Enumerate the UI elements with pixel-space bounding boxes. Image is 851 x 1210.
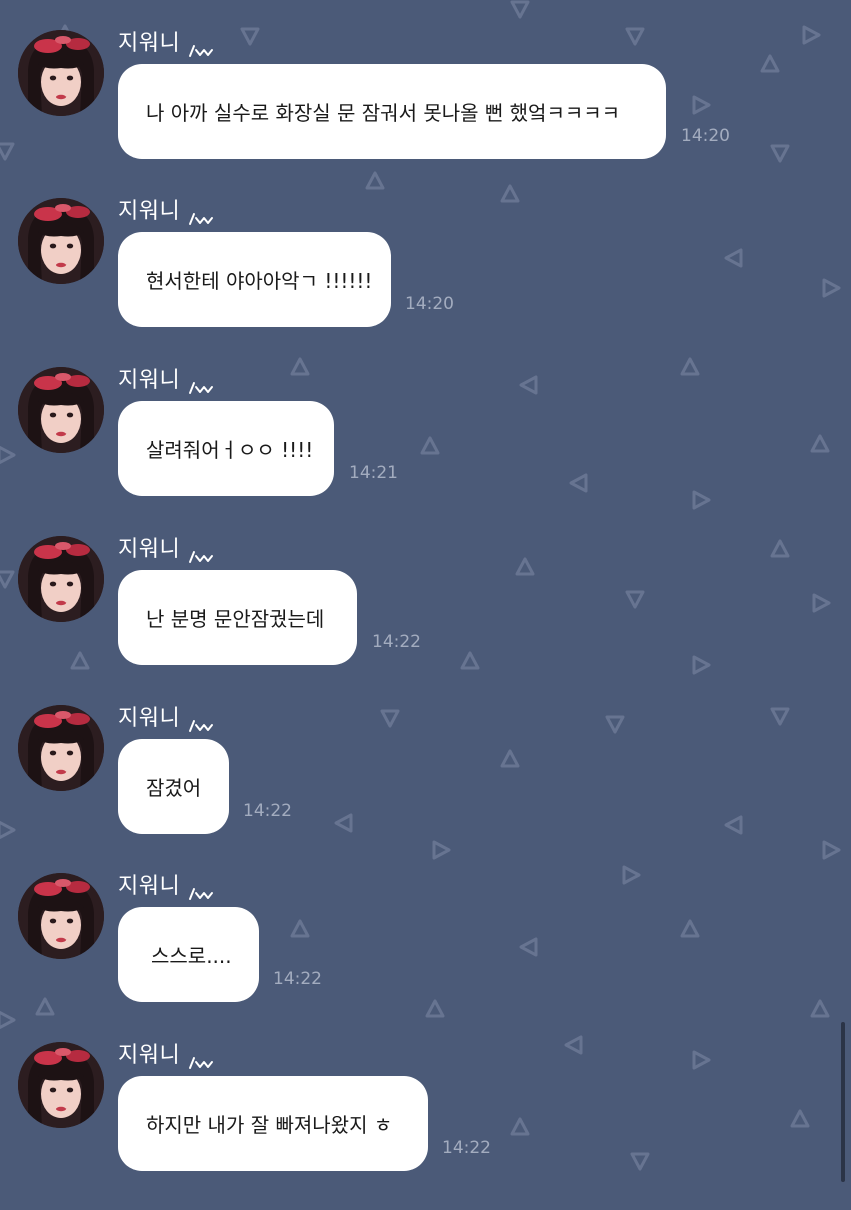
sender-name-row: 지워니 — [118, 699, 216, 733]
sender-name-row: 지워니 — [118, 192, 216, 226]
sender-name: 지워니 — [118, 368, 181, 393]
avatar[interactable] — [18, 30, 104, 116]
message-bubble[interactable]: 현서한테 야아아악ㄱ !!!!!! — [118, 232, 391, 327]
sender-name: 지워니 — [118, 1043, 181, 1068]
message-bubble[interactable]: 난 분명 문안잠궜는데 — [118, 570, 357, 665]
message-bubble[interactable]: 스스로.... — [118, 907, 259, 1002]
avatar[interactable] — [18, 705, 104, 791]
sender-name-row: 지워니 — [118, 24, 216, 58]
message-bubble[interactable]: 살려줘어ㅓㅇㅇ !!!! — [118, 401, 334, 496]
message-time: 14:22 — [372, 632, 421, 652]
message-row: 지워니 스스로.... 14:22 — [0, 873, 851, 1041]
status-badge-icon — [188, 882, 216, 900]
message-bubble[interactable]: 하지만 내가 잘 빠져나왔지 ㅎ — [118, 1076, 428, 1171]
message-time: 14:20 — [681, 126, 730, 146]
message-bubble[interactable]: 잠겼어 — [118, 739, 229, 834]
sender-name-row: 지워니 — [118, 867, 216, 901]
message-time: 14:20 — [405, 294, 454, 314]
sender-name-row: 지워니 — [118, 1036, 216, 1070]
message-text: 스스로.... — [151, 944, 232, 968]
message-row: 지워니 하지만 내가 잘 빠져나왔지 ㅎ 14:22 — [0, 1042, 851, 1210]
status-badge-icon — [188, 39, 216, 57]
avatar[interactable] — [18, 367, 104, 453]
message-row: 지워니 현서한테 야아아악ㄱ !!!!!! 14:20 — [0, 198, 851, 366]
message-bubble[interactable]: 나 아까 실수로 화장실 문 잠궈서 못나올 뻔 했엌ㅋㅋㅋㅋ — [118, 64, 666, 159]
message-row: 지워니 나 아까 실수로 화장실 문 잠궈서 못나올 뻔 했엌ㅋㅋㅋㅋ 14:2… — [0, 30, 851, 198]
message-text: 하지만 내가 잘 빠져나왔지 ㅎ — [146, 1113, 393, 1137]
message-row: 지워니 잠겼어 14:22 — [0, 705, 851, 873]
sender-name-row: 지워니 — [118, 530, 216, 564]
status-badge-icon — [188, 207, 216, 225]
message-time: 14:22 — [442, 1138, 491, 1158]
status-badge-icon — [188, 545, 216, 563]
sender-name: 지워니 — [118, 31, 181, 56]
sender-name-row: 지워니 — [118, 361, 216, 395]
status-badge-icon — [188, 376, 216, 394]
message-text: 살려줘어ㅓㅇㅇ !!!! — [146, 438, 314, 462]
avatar[interactable] — [18, 198, 104, 284]
message-row: 지워니 살려줘어ㅓㅇㅇ !!!! 14:21 — [0, 367, 851, 535]
status-badge-icon — [188, 714, 216, 732]
message-text: 잠겼어 — [146, 776, 202, 800]
message-time: 14:22 — [243, 801, 292, 821]
avatar[interactable] — [18, 1042, 104, 1128]
sender-name: 지워니 — [118, 874, 181, 899]
status-badge-icon — [188, 1051, 216, 1069]
scrollbar[interactable] — [841, 1022, 845, 1182]
sender-name: 지워니 — [118, 537, 181, 562]
message-time: 14:22 — [273, 969, 322, 989]
chat-list[interactable]: 지워니 나 아까 실수로 화장실 문 잠궈서 못나올 뻔 했엌ㅋㅋㅋㅋ 14:2… — [0, 0, 851, 1200]
avatar[interactable] — [18, 873, 104, 959]
avatar[interactable] — [18, 536, 104, 622]
message-text: 나 아까 실수로 화장실 문 잠궈서 못나올 뻔 했엌ㅋㅋㅋㅋ — [146, 101, 621, 125]
message-text: 현서한테 야아아악ㄱ !!!!!! — [146, 269, 373, 293]
message-text: 난 분명 문안잠궜는데 — [146, 607, 325, 631]
sender-name: 지워니 — [118, 706, 181, 731]
message-row: 지워니 난 분명 문안잠궜는데 14:22 — [0, 536, 851, 704]
sender-name: 지워니 — [118, 199, 181, 224]
message-time: 14:21 — [349, 463, 398, 483]
